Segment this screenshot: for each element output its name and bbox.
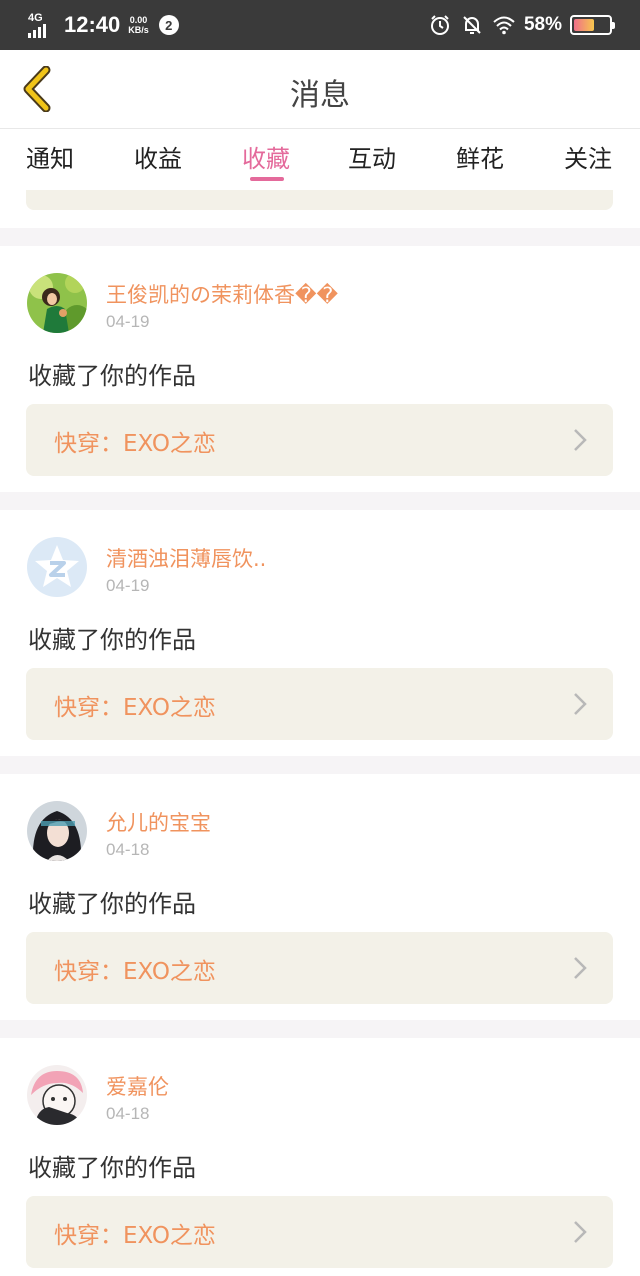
message-action: 收藏了你的作品 <box>28 362 196 390</box>
message-card: 允儿的宝宝 04-18 收藏了你的作品 快穿：EXO之恋 <box>0 774 640 1020</box>
notification-count-badge: 2 <box>158 15 179 35</box>
message-card: 爱嘉伦 04-18 收藏了你的作品 快穿：EXO之恋 <box>0 1038 640 1276</box>
message-action: 收藏了你的作品 <box>28 626 196 654</box>
username[interactable]: 爱嘉伦 <box>106 1071 169 1101</box>
tab-notifications[interactable]: 通知 <box>26 139 74 174</box>
battery-percent: 58% <box>523 14 562 35</box>
work-link[interactable]: 快穿：EXO之恋 <box>26 1196 613 1268</box>
divider <box>0 492 640 510</box>
status-bar: 4G 12:40 0.00 KB/s 2 58% <box>0 0 640 50</box>
username[interactable]: 清酒浊泪薄唇饮.. <box>106 543 266 573</box>
speed-unit: KB/s <box>128 25 149 35</box>
work-title: 快穿：EXO之恋 <box>54 959 216 985</box>
divider <box>0 756 640 774</box>
work-title: 快穿：EXO之恋 <box>54 1223 216 1249</box>
work-link[interactable]: 快穿：EXO之恋 <box>26 668 613 740</box>
username[interactable]: 允儿的宝宝 <box>106 807 211 837</box>
message-card: 王俊凯的の茉莉体香�� 04-19 收藏了你的作品 快穿：EXO之恋 <box>0 246 640 492</box>
message-date: 04-18 <box>106 840 150 859</box>
work-link[interactable]: 快穿：EXO之恋 <box>26 932 613 1004</box>
message-date: 04-19 <box>106 576 150 595</box>
active-tab-indicator <box>250 177 284 181</box>
work-title: 快穿：EXO之恋 <box>54 431 216 457</box>
message-action: 收藏了你的作品 <box>28 890 196 918</box>
avatar[interactable] <box>27 273 87 333</box>
nav-header: 消息 <box>0 50 640 128</box>
message-date: 04-18 <box>106 1104 150 1123</box>
tab-favorites[interactable]: 收藏 <box>242 139 290 174</box>
mute-bell-icon <box>460 13 484 37</box>
work-title: 快穿：EXO之恋 <box>54 695 216 721</box>
message-list[interactable]: 王俊凯的の茉莉体香�� 04-19 收藏了你的作品 快穿：EXO之恋 清酒浊泪薄… <box>0 182 640 1276</box>
tab-following[interactable]: 关注 <box>564 139 612 174</box>
message-action: 收藏了你的作品 <box>28 1154 196 1182</box>
previous-work-card-partial[interactable] <box>26 190 613 210</box>
chevron-right-icon <box>574 957 587 979</box>
network-type: 4G <box>28 12 43 24</box>
clock: 12:40 <box>64 12 121 37</box>
divider <box>0 1020 640 1038</box>
network-speed: 0.00 KB/s <box>128 15 149 35</box>
message-card: 清酒浊泪薄唇饮.. 04-19 收藏了你的作品 快穿：EXO之恋 <box>0 510 640 756</box>
avatar[interactable] <box>27 537 87 597</box>
alarm-icon <box>428 13 452 37</box>
tab-flowers[interactable]: 鲜花 <box>456 139 504 174</box>
tab-earnings[interactable]: 收益 <box>134 139 182 174</box>
avatar[interactable] <box>27 1065 87 1125</box>
speed-value: 0.00 <box>129 15 148 25</box>
chevron-right-icon <box>574 429 587 451</box>
battery-icon <box>570 15 615 35</box>
divider <box>0 228 640 246</box>
avatar[interactable] <box>27 801 87 861</box>
chevron-right-icon <box>574 693 587 715</box>
chevron-right-icon <box>574 1221 587 1243</box>
message-date: 04-19 <box>106 312 150 331</box>
battery-level-fill <box>574 19 594 31</box>
username[interactable]: 王俊凯的の茉莉体香�� <box>106 279 338 309</box>
tab-interactions[interactable]: 互动 <box>348 139 396 174</box>
page-title: 消息 <box>290 78 350 113</box>
cellular-signal-icon: 4G <box>28 10 54 40</box>
tab-bar: 通知 收益 收藏 互动 鲜花 关注 <box>0 128 640 182</box>
work-link[interactable]: 快穿：EXO之恋 <box>26 404 613 476</box>
wifi-icon <box>492 13 516 37</box>
